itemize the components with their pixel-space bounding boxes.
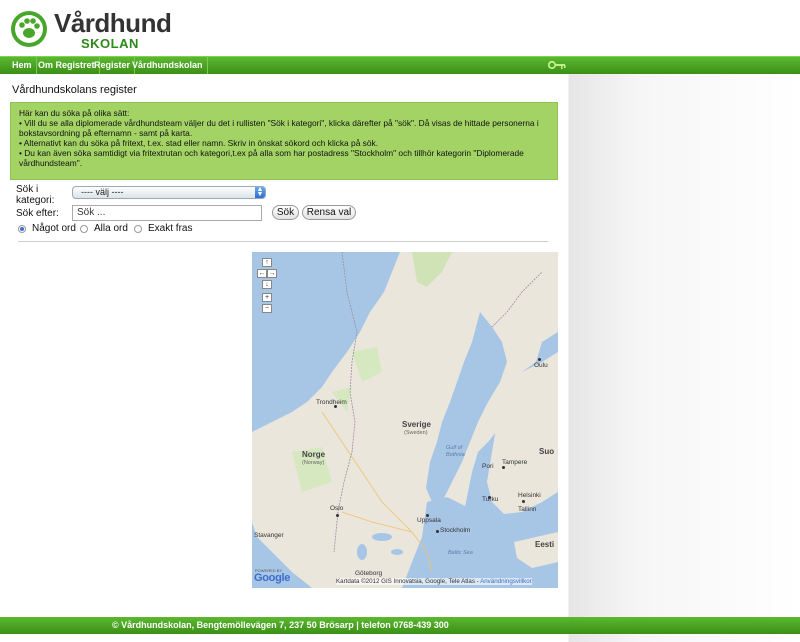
login-key-icon[interactable] [548, 60, 566, 70]
map-zoom-in-button[interactable]: + [262, 293, 272, 302]
city-dot [522, 500, 525, 503]
map-label-gulf: Gulf of [446, 445, 463, 451]
city-dot [336, 514, 339, 517]
site-logo[interactable]: Vårdhund SKOLAN [10, 8, 172, 52]
category-select[interactable]: ---- välj ---- ▲ ▼ [72, 186, 266, 199]
category-select-value: ---- välj ---- [81, 187, 124, 197]
radio-exact-phrase[interactable] [134, 225, 142, 233]
map-label-norway: (Norway) [302, 460, 325, 466]
map-label-eesti: Eesti [535, 540, 555, 549]
map-label-sweden: (Sweden) [404, 430, 428, 436]
map-pan-down-button[interactable]: ↓ [262, 280, 272, 289]
search-button[interactable]: Sök [272, 205, 299, 220]
info-line: • Alternativt kan du söka på fritext, t.… [19, 138, 379, 148]
map-label-stavanger: Stavanger [254, 532, 284, 539]
map-label-baltic: Baltic Sea [448, 550, 473, 556]
site-footer: © Vårdhundskolan, Bengtemöllevägen 7, 23… [0, 617, 800, 634]
radio-all-words[interactable] [80, 225, 88, 233]
footer-text: © Vårdhundskolan, Bengtemöllevägen 7, 23… [112, 620, 449, 630]
site-header: Vårdhund SKOLAN [0, 0, 800, 56]
map-label-trondheim: Trondheim [316, 399, 347, 406]
info-line: • Du kan även söka samtidigt via fritext… [19, 148, 524, 168]
map-pan-right-button[interactable]: → [267, 269, 277, 278]
divider [18, 241, 548, 242]
info-line: • Vill du se alla diplomerade vårdhundst… [19, 118, 539, 138]
logo-title: Vårdhund [54, 8, 172, 38]
radio-exact-phrase-label: Exakt fras [148, 223, 193, 234]
select-arrows-icon: ▲ ▼ [255, 186, 265, 198]
map-label-norge: Norge [302, 450, 326, 459]
nav-item-vardhundskolan[interactable]: Vårdhundskolan [128, 57, 208, 74]
radio-any-word-label: Något ord [32, 223, 76, 234]
map-label-bothnia: Bothnia [446, 452, 465, 458]
map-label-stockholm: Stockholm [440, 527, 471, 534]
city-dot [538, 358, 541, 361]
nav-item-hem[interactable]: Hem [8, 57, 37, 74]
results-map[interactable]: ↑ ← → ↓ + − Sverige (Sweden) Norge (Norw… [252, 252, 558, 588]
terms-link[interactable]: Användningsvillkor [480, 578, 532, 585]
map-label-uppsala: Uppsala [417, 517, 441, 524]
map-pan-up-button[interactable]: ↑ [262, 258, 272, 267]
info-line: Här kan du söka på olika sätt: [19, 108, 130, 118]
search-input[interactable]: Sök ... [72, 205, 262, 221]
category-label: Sök i kategori: [16, 184, 55, 206]
radio-any-word[interactable] [18, 225, 26, 233]
map-label-tampere: Tampere [502, 459, 528, 466]
map-label-pori: Pori [482, 463, 494, 470]
page-title: Vårdhundskolans register [12, 84, 137, 96]
info-box: Här kan du söka på olika sätt: • Vill du… [10, 102, 558, 180]
map-label-turku: Turku [482, 496, 499, 503]
city-dot [502, 466, 505, 469]
map-label-suomi: Suo [539, 447, 555, 456]
map-label-oslo: Oslo [330, 505, 344, 512]
city-dot [436, 530, 439, 533]
paw-logo-icon [11, 11, 47, 47]
map-label-sverige: Sverige [402, 420, 431, 429]
map-label-tallinn: Tallinn [518, 506, 537, 513]
map-label-oulu: Oulu [534, 362, 548, 369]
map-zoom-out-button[interactable]: − [262, 304, 272, 313]
logo-subtitle: SKOLAN [81, 36, 139, 51]
main-nav: Hem Om Registret Register Vårdhundskolan [0, 56, 800, 74]
map-attribution: Kartdata ©2012 GIS Innovatsia, Google, T… [336, 578, 532, 585]
map-label-helsinki: Helsinki [518, 492, 541, 499]
radio-all-words-label: Alla ord [94, 223, 128, 234]
reset-button[interactable]: Rensa val [302, 205, 356, 220]
map-pan-left-button[interactable]: ← [257, 269, 267, 278]
google-logo[interactable]: Google [254, 572, 290, 584]
map-label-goteborg: Göteborg [355, 570, 383, 577]
search-label: Sök efter: [16, 208, 59, 219]
